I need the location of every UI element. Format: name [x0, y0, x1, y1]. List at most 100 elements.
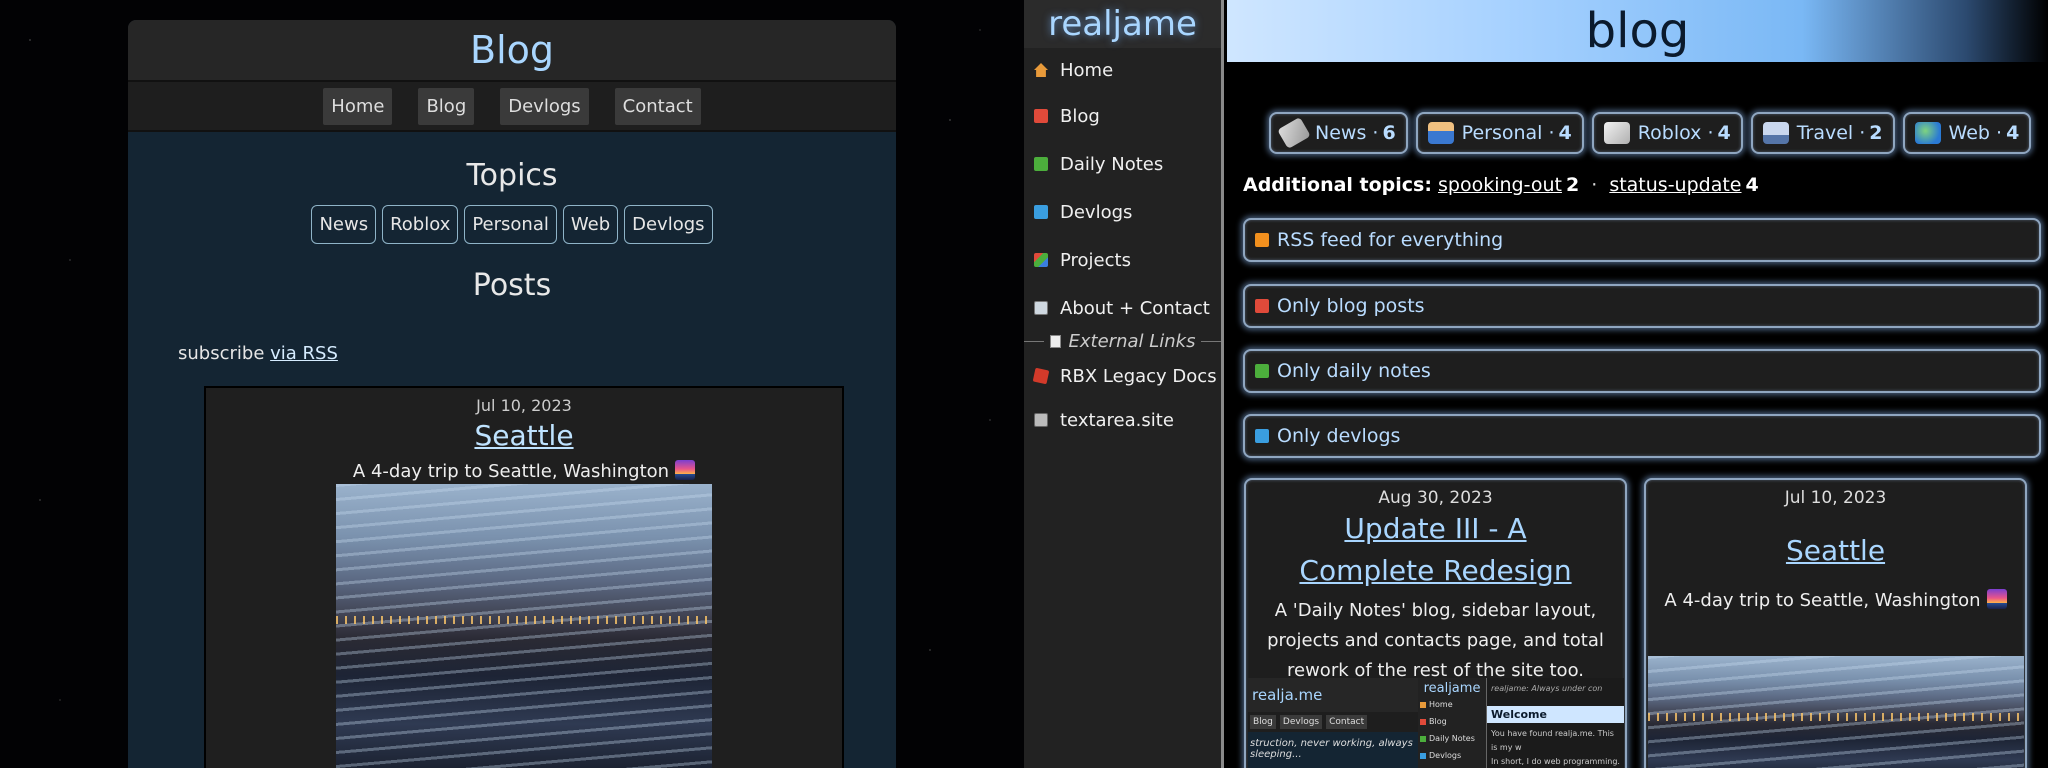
mini-sidebar-item: Home — [1429, 700, 1453, 709]
feed-everything[interactable]: RSS feed for everything — [1243, 218, 2041, 262]
topic-count: 4 — [1745, 174, 1759, 196]
post-card-seattle[interactable]: Jul 10, 2023 Seattle A 4-day trip to Sea… — [1644, 478, 2027, 768]
topic-count: 6 — [1382, 122, 1396, 144]
mini-sidebar-title: realjame — [1423, 681, 1481, 696]
sidebar-item-devlogs[interactable]: Devlogs — [1024, 188, 1221, 236]
old-topics-list: News Roblox Personal Web Devlogs — [128, 205, 896, 244]
topic-news[interactable]: News · 6 — [1269, 112, 1408, 154]
sidebar-item-label: textarea.site — [1060, 409, 1174, 431]
city-sunset-icon — [1986, 589, 2007, 609]
mini-paragraph: You have found realja.me. This is my w In… — [1487, 723, 1624, 768]
old-nav-contact[interactable]: Contact — [614, 87, 701, 125]
sidebar-item-rbx-legacy-docs[interactable]: RBX Legacy Docs — [1024, 356, 1221, 396]
topic-separator: · — [1548, 122, 1555, 144]
post-thumbnail[interactable] — [1648, 656, 2024, 768]
old-post-description-text: A 4-day trip to Seattle, Washington — [352, 461, 670, 482]
feed-daily-notes[interactable]: Only daily notes — [1243, 349, 2041, 393]
feed-label: Only daily notes — [1277, 360, 1431, 382]
old-post-description: A 4-day trip to Seattle, Washington — [206, 460, 842, 482]
post-date: Jul 10, 2023 — [1784, 488, 1887, 508]
sidebar-item-textarea-site[interactable]: textarea.site — [1024, 396, 1221, 444]
site-title[interactable]: realjame — [1024, 0, 1221, 48]
projects-icon — [1034, 253, 1048, 267]
old-nav-devlogs[interactable]: Devlogs — [500, 87, 589, 125]
sidebar-item-label: About + Contact — [1060, 297, 1210, 319]
sidebar-item-daily-notes[interactable]: Daily Notes — [1024, 140, 1221, 188]
feed-devlogs[interactable]: Only devlogs — [1243, 414, 2041, 458]
old-topic-devlogs[interactable]: Devlogs — [624, 205, 713, 244]
old-topic-web[interactable]: Web — [562, 205, 619, 244]
sidebar-item-projects[interactable]: Projects — [1024, 236, 1221, 284]
topic-link-spooking-out[interactable]: spooking-out — [1438, 174, 1562, 196]
feed-label: Only blog posts — [1277, 295, 1425, 317]
sidebar: realjame Home Blog Daily Notes Devlogs P… — [1024, 0, 1224, 768]
rss-blue-icon — [1420, 752, 1426, 759]
sidebar-item-home[interactable]: Home — [1024, 48, 1221, 92]
topic-label: Roblox — [1637, 122, 1702, 144]
post-description: A 'Daily Notes' blog, sidebar layout, pr… — [1267, 600, 1604, 681]
city-sunset-icon — [675, 460, 696, 480]
old-subscribe-text: subscribe — [178, 343, 265, 364]
home-icon — [1034, 63, 1048, 77]
topic-label: Personal — [1461, 122, 1543, 144]
topic-travel[interactable]: Travel · 2 — [1750, 112, 1895, 154]
topic-label: Web — [1948, 122, 1990, 144]
old-post-title-link[interactable]: Seattle — [206, 419, 842, 452]
roblox-block-icon — [1603, 122, 1630, 144]
car-icon — [1762, 122, 1789, 144]
sidebar-item-label: Blog — [1060, 105, 1100, 127]
additional-topics-label: Additional topics: — [1243, 174, 1432, 196]
topic-separator: · — [1372, 122, 1379, 144]
old-topic-news[interactable]: News — [311, 205, 377, 244]
sidebar-item-blog[interactable]: Blog — [1024, 92, 1221, 140]
topic-count: 2 — [1869, 122, 1883, 144]
old-topic-roblox[interactable]: Roblox — [382, 205, 459, 244]
old-topic-personal[interactable]: Personal — [464, 205, 557, 244]
mini-sidebar-item: Devlogs — [1429, 751, 1462, 760]
sidebar-item-about-contact[interactable]: About + Contact — [1024, 284, 1221, 332]
page-title: blog — [1585, 3, 1690, 59]
mini-sidebar-item: Daily Notes — [1429, 734, 1475, 743]
topic-separator: · — [1591, 174, 1598, 196]
external-links-divider: External Links — [1024, 326, 1221, 356]
topic-personal[interactable]: Personal · 4 — [1415, 112, 1584, 154]
feed-blog-posts[interactable]: Only blog posts — [1243, 284, 2041, 328]
post-description-text: A 4-day trip to Seattle, Washington — [1664, 590, 1981, 611]
mini-paragraph-2: In short, I do web programming. I also — [1491, 757, 1620, 766]
topic-link-status-update[interactable]: status-update — [1609, 174, 1741, 196]
topic-separator: · — [1859, 122, 1866, 144]
mini-nav-item: Contact — [1326, 715, 1368, 729]
topic-count: 2 — [1565, 174, 1580, 196]
rss-orange-icon — [1255, 233, 1269, 247]
rss-red-icon — [1420, 718, 1426, 725]
page-icon — [1049, 334, 1061, 348]
old-nav-blog[interactable]: Blog — [418, 87, 475, 125]
old-post-date: Jul 10, 2023 — [476, 396, 572, 415]
home-icon — [1420, 701, 1426, 708]
old-nav-home[interactable]: Home — [323, 87, 393, 125]
rss-red-icon — [1255, 299, 1269, 313]
post-thumbnail[interactable]: realja.me Blog Devlogs Contact struction… — [1248, 678, 1624, 768]
old-site-title: Blog — [470, 28, 554, 72]
old-posts-heading: Posts — [472, 268, 552, 303]
topic-separator: · — [1996, 122, 2003, 144]
old-post-card[interactable]: Jul 10, 2023 Seattle A 4-day trip to Sea… — [204, 386, 844, 768]
mini-nav-item: Blog — [1250, 715, 1276, 729]
mini-old-title: realja.me — [1248, 678, 1418, 712]
mini-old-text: struction, never working, always sleepin… — [1250, 738, 1413, 760]
post-card-update-iii[interactable]: Aug 30, 2023 Update III - A Complete Red… — [1244, 478, 1627, 768]
topic-label: News — [1315, 122, 1367, 144]
post-title-link[interactable]: Update III - A Complete Redesign — [1246, 508, 1625, 592]
post-description: A 4-day trip to Seattle, Washington — [1646, 586, 2025, 616]
topic-web[interactable]: Web · 4 — [1902, 112, 2032, 154]
old-site-page: Blog Home Blog Devlogs Contact Topics Ne… — [128, 20, 896, 768]
rss-green-icon — [1255, 364, 1269, 378]
post-title-link[interactable]: Seattle — [1646, 530, 2025, 572]
topic-roblox[interactable]: Roblox · 4 — [1591, 112, 1743, 154]
contact-card-icon — [1034, 301, 1048, 315]
old-post-thumbnail[interactable] — [336, 484, 712, 768]
old-rss-link[interactable]: via RSS — [270, 343, 338, 364]
roblox-icon — [1032, 367, 1050, 385]
rss-blue-icon — [1255, 429, 1269, 443]
old-site-header: Blog — [128, 20, 896, 82]
